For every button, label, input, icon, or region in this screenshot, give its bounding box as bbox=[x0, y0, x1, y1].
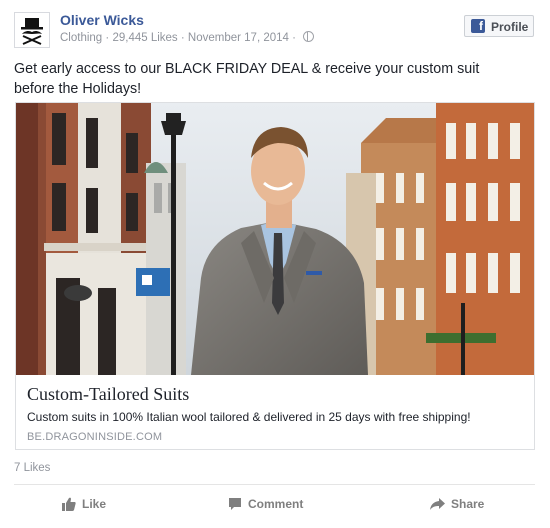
link-title[interactable]: Custom-Tailored Suits bbox=[27, 384, 189, 405]
page-category[interactable]: Clothing bbox=[60, 32, 102, 44]
globe-icon[interactable] bbox=[303, 31, 315, 42]
comment-label: Comment bbox=[248, 497, 304, 511]
link-preview-image[interactable] bbox=[16, 103, 534, 375]
like-label: Like bbox=[82, 497, 107, 511]
profile-button-label: Profile bbox=[491, 20, 529, 34]
like-button[interactable]: Like bbox=[62, 496, 106, 512]
speech-bubble-icon bbox=[229, 498, 241, 510]
link-description: Custom suits in 100% Italian wool tailor… bbox=[27, 410, 471, 424]
profile-button[interactable]: f Profile bbox=[464, 15, 534, 37]
post-meta: Clothing · 29,445 Likes · November 17, 2… bbox=[60, 31, 315, 44]
meta-separator: · bbox=[292, 32, 296, 44]
facebook-f-icon: f bbox=[471, 19, 485, 33]
link-domain: BE.DRAGONINSIDE.COM bbox=[27, 431, 163, 443]
likes-count[interactable]: 7 Likes bbox=[14, 462, 50, 474]
share-label: Share bbox=[451, 497, 485, 511]
page-name-link[interactable]: Oliver Wicks bbox=[60, 12, 144, 28]
link-preview[interactable]: Custom-Tailored Suits Custom suits in 10… bbox=[15, 102, 535, 450]
top-hat-logo-icon bbox=[21, 18, 43, 45]
divider bbox=[14, 484, 535, 485]
meta-separator: · bbox=[105, 32, 110, 44]
page-likes[interactable]: 29,445 Likes bbox=[112, 32, 177, 44]
meta-separator: · bbox=[180, 32, 185, 44]
share-arrow-icon bbox=[430, 498, 445, 510]
share-button[interactable]: Share bbox=[430, 496, 484, 512]
page-avatar[interactable] bbox=[14, 12, 50, 48]
post-text: Get early access to our BLACK FRIDAY DEA… bbox=[14, 61, 480, 97]
comment-button[interactable]: Comment bbox=[228, 496, 303, 512]
facebook-post-card: Oliver Wicks Clothing · 29,445 Likes · N… bbox=[0, 0, 550, 528]
post-date[interactable]: November 17, 2014 bbox=[188, 32, 289, 44]
thumbs-up-icon bbox=[62, 497, 76, 511]
